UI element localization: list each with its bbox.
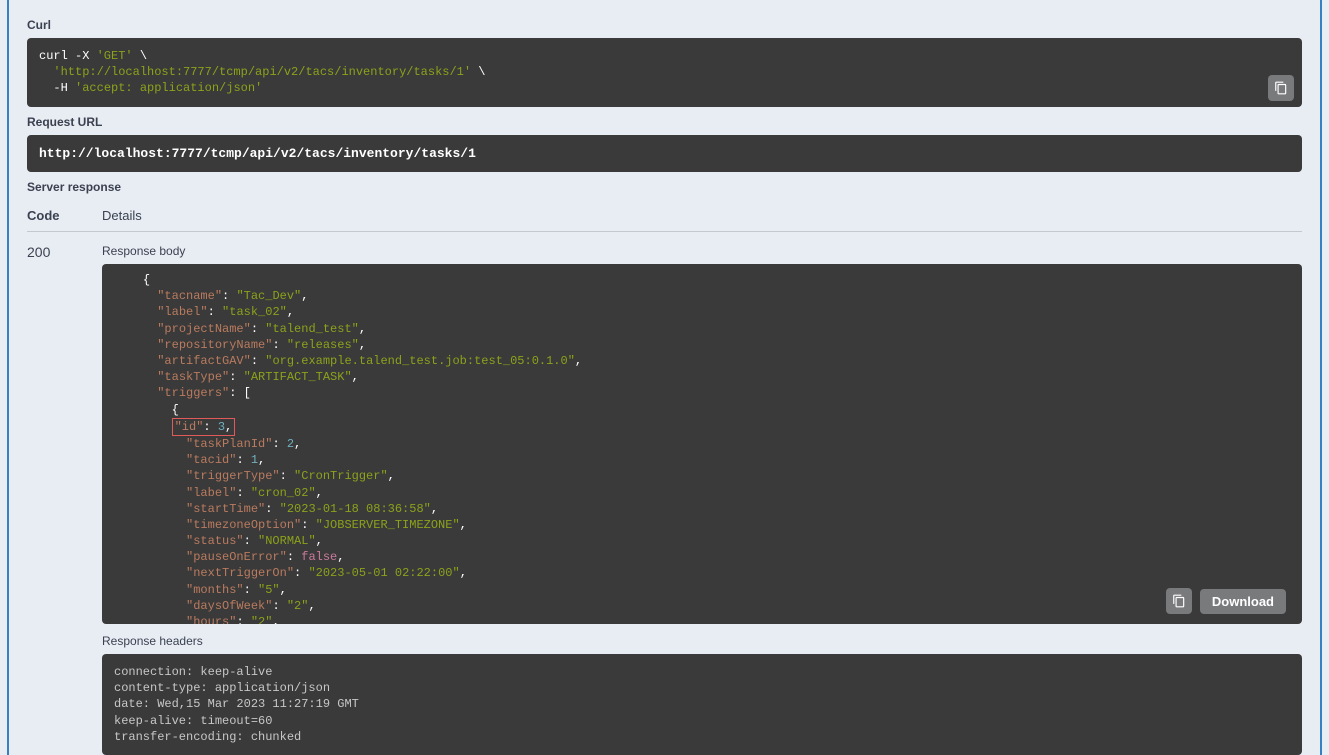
response-body-scroll[interactable]: { "tacname": "Tac_Dev", "label": "task_0… xyxy=(102,264,1302,624)
copy-curl-button[interactable] xyxy=(1268,75,1294,101)
curl-label: Curl xyxy=(27,18,1302,32)
server-response-label: Server response xyxy=(27,180,1302,194)
response-body-label: Response body xyxy=(102,244,1302,258)
download-button[interactable]: Download xyxy=(1200,589,1286,614)
clipboard-icon xyxy=(1172,594,1186,608)
response-headers-label: Response headers xyxy=(102,634,1302,648)
status-code: 200 xyxy=(27,244,102,755)
column-header-code: Code xyxy=(27,208,102,223)
request-url-block: http://localhost:7777/tcmp/api/v2/tacs/i… xyxy=(27,135,1302,173)
request-url-label: Request URL xyxy=(27,115,1302,129)
column-header-details: Details xyxy=(102,208,142,223)
copy-response-button[interactable] xyxy=(1166,588,1192,614)
curl-block: curl -X 'GET' \ 'http://localhost:7777/t… xyxy=(27,38,1302,107)
response-body-block: { "tacname": "Tac_Dev", "label": "task_0… xyxy=(102,264,1302,624)
clipboard-icon xyxy=(1274,81,1288,95)
response-headers-block: connection: keep-alive content-type: app… xyxy=(102,654,1302,755)
